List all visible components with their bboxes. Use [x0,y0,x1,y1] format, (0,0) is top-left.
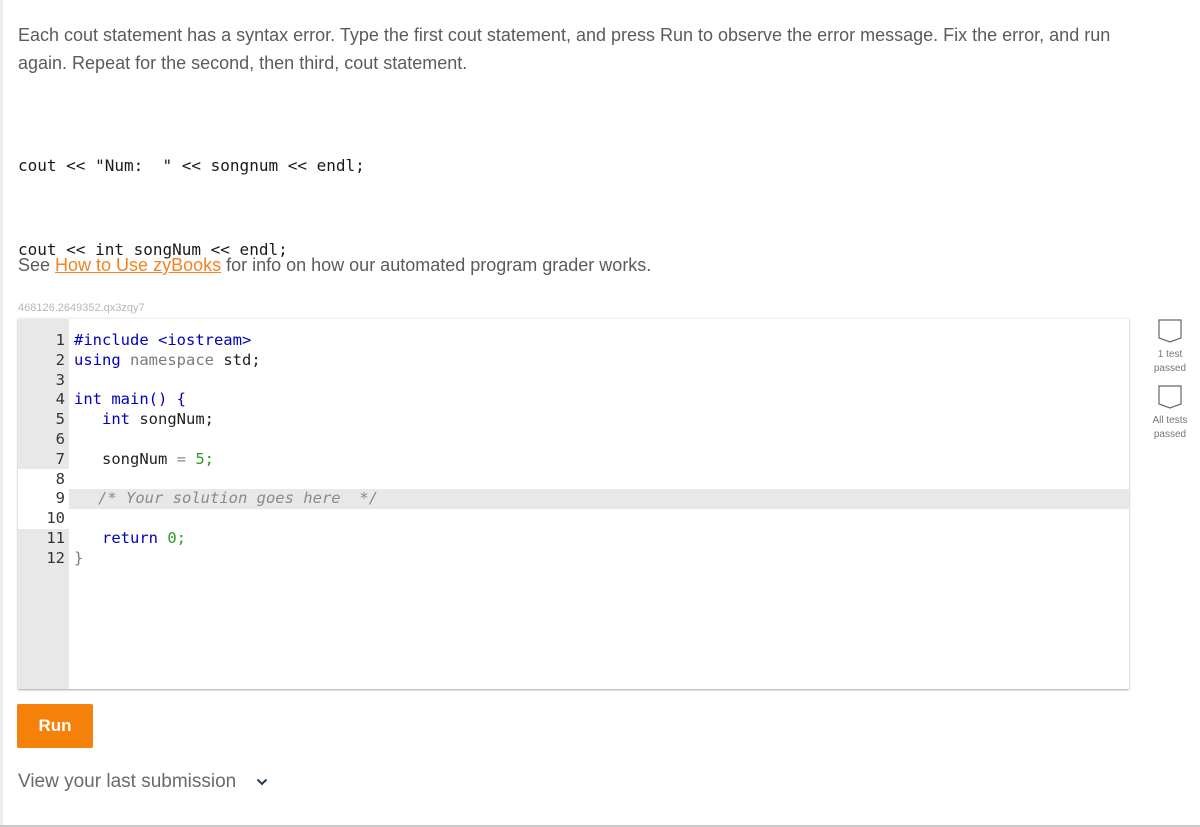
code-keyword: using [74,350,121,369]
code-text: ; [176,528,187,547]
code-line: 5 int songNum; [18,410,1129,430]
code-text: main() { [102,390,186,409]
line-number: 6 [55,429,65,448]
view-last-submission[interactable]: View your last submission [18,771,268,793]
test-badge-icon [1158,385,1182,409]
line-number: 10 [46,509,65,528]
test-result-label: All tests passed [1152,415,1188,440]
code-line[interactable]: 8 [18,470,1129,490]
code-text: ; [204,449,215,468]
test-result-all: All tests passed [1144,384,1196,442]
code-line-active[interactable]: 9 /* Your solution goes here */ [56,489,1129,510]
code-line: 6 [18,430,1129,450]
code-number: 0 [158,528,177,547]
line-number: 4 [55,390,65,409]
code-lines: 1 #include <iostream> 2 using namespace st… [18,331,1129,569]
test-badge-icon [1158,319,1182,343]
page-left-border [0,0,3,827]
line-number: 12 [46,548,65,567]
code-keyword: return [74,528,158,547]
code-text: songNum [74,449,177,468]
test-results: 1 test passed All tests passed [1144,318,1196,450]
line-number: 2 [55,350,65,369]
chevron-down-icon [257,778,268,786]
run-button[interactable]: Run [17,704,93,748]
line-number: 5 [55,410,65,429]
grader-info: See How to Use zyBooks for info on how o… [18,255,651,276]
code-keyword: int [74,410,130,429]
line-number: 1 [55,331,65,349]
code-operator: = [176,449,186,468]
code-line: 1 #include <iostream> [18,331,1129,351]
code-text: #include <iostream> [74,331,252,349]
code-editor[interactable]: 1 #include <iostream> 2 using namespace st… [18,318,1129,689]
lab-id: 468126.2649352.qx3zqy7 [18,302,145,314]
code-line: 4 int main() { [18,390,1129,410]
code-text: std; [214,350,261,369]
line-number: 9 [55,489,65,508]
grader-info-prefix: See [18,255,56,275]
line-number: 11 [46,528,65,547]
snippet-line: cout << "Num: " << songnum << endl; [18,156,365,175]
code-keyword: int [74,390,102,409]
code-line: 12} [18,549,1129,569]
how-to-use-zybooks-link[interactable]: How to Use zyBooks [55,255,221,275]
test-result-label: 1 test passed [1153,349,1187,374]
view-last-submission-label: View your last submission [18,771,237,792]
code-text: songNum; [130,410,214,429]
code-line: 2 using namespace std; [18,351,1129,371]
code-keyword: namespace [120,350,214,369]
code-line: 11 return 0; [18,529,1129,549]
grader-info-suffix: for info on how our automated program gr… [221,255,652,275]
code-line: 7 songNum = 5; [18,450,1129,470]
code-line[interactable]: 10 [18,509,1129,529]
line-number: 8 [55,469,65,488]
code-line: 3 [18,371,1129,391]
line-number: 3 [55,370,65,389]
solution-placeholder-comment[interactable]: /* Your solution goes here */ [98,489,378,507]
instructions-text: Each cout statement has a syntax error. … [18,25,1111,73]
code-number: 5 [186,449,205,468]
code-text: } [74,548,84,567]
line-number: 7 [55,449,65,468]
test-result-1: 1 test passed [1144,318,1196,376]
